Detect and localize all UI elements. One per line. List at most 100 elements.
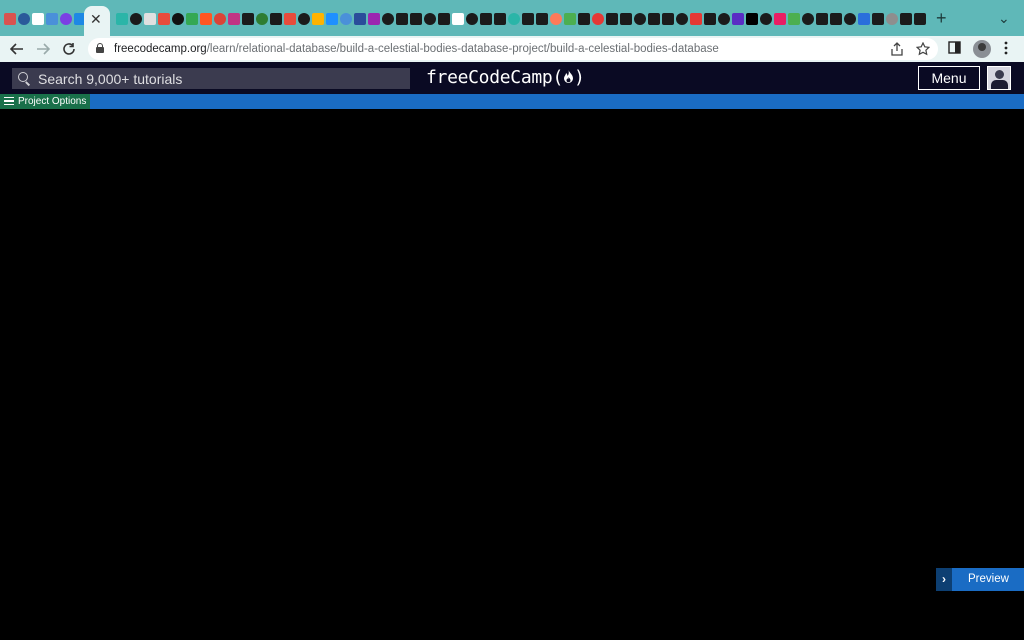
chevron-right-icon: › bbox=[936, 568, 952, 591]
tab-favicon-icon[interactable] bbox=[354, 13, 366, 25]
tab-favicon-icon[interactable] bbox=[424, 13, 436, 25]
tab-favicon-icon[interactable] bbox=[732, 13, 744, 25]
tab-favicon-icon[interactable] bbox=[116, 13, 128, 25]
tab-favicon-icon[interactable] bbox=[522, 13, 534, 25]
tab-favicon-icon[interactable] bbox=[438, 13, 450, 25]
user-avatar[interactable] bbox=[987, 66, 1011, 90]
tab-favicon-icon[interactable] bbox=[284, 13, 296, 25]
active-tab[interactable]: ✕ bbox=[84, 6, 110, 36]
tab-favicon-icon[interactable] bbox=[298, 13, 310, 25]
tab-search-chevron-icon[interactable]: ⌄ bbox=[998, 9, 1010, 27]
tab-favicon-icon[interactable] bbox=[368, 13, 380, 25]
tab-favicon-icon[interactable] bbox=[676, 13, 688, 25]
sidebar-icon[interactable] bbox=[948, 40, 961, 58]
tab-favicon-icon[interactable] bbox=[816, 13, 828, 25]
tab-favicon-icon[interactable] bbox=[60, 13, 72, 25]
tab-favicon-icon[interactable] bbox=[774, 13, 786, 25]
tab-favicon-icon[interactable] bbox=[4, 13, 16, 25]
tab-favicon-icon[interactable] bbox=[508, 13, 520, 25]
project-workspace[interactable]: › Preview bbox=[0, 109, 1024, 640]
tab-favicon-icon[interactable] bbox=[536, 13, 548, 25]
url-path: /learn/relational-database/build-a-celes… bbox=[206, 43, 719, 55]
preview-button[interactable]: › Preview bbox=[936, 568, 1024, 591]
tab-favicon-icon[interactable] bbox=[144, 13, 156, 25]
tab-favicon-icon[interactable] bbox=[886, 13, 898, 25]
tab-favicon-icon[interactable] bbox=[32, 13, 44, 25]
star-icon[interactable] bbox=[915, 41, 931, 60]
back-arrow-icon[interactable] bbox=[9, 39, 24, 62]
tab-favicon-icon[interactable] bbox=[382, 13, 394, 25]
logo-paren-open: ( bbox=[552, 67, 563, 88]
tab-favicon-icon[interactable] bbox=[228, 13, 240, 25]
logo-text: freeCodeCamp bbox=[426, 67, 553, 88]
url-text[interactable]: freecodecamp.org/learn/relational-databa… bbox=[114, 42, 719, 56]
browser-tab-strip: ✕ + ⌄ bbox=[0, 0, 1024, 36]
preview-label: Preview bbox=[968, 573, 1009, 585]
tab-favicon-icon[interactable] bbox=[172, 13, 184, 25]
tab-favicon-icon[interactable] bbox=[410, 13, 422, 25]
tab-favicon-icon[interactable] bbox=[704, 13, 716, 25]
more-vert-icon[interactable] bbox=[1004, 40, 1008, 59]
tab-favicon-icon[interactable] bbox=[480, 13, 492, 25]
tab-favicon-icon[interactable] bbox=[186, 13, 198, 25]
tab-favicon-icon[interactable] bbox=[634, 13, 646, 25]
browser-profile-avatar[interactable] bbox=[973, 40, 991, 58]
search-icon bbox=[18, 72, 28, 82]
share-icon[interactable] bbox=[891, 41, 903, 60]
tab-favicon-icon[interactable] bbox=[396, 13, 408, 25]
tab-favicon-icon[interactable] bbox=[802, 13, 814, 25]
tab-favicon-icon[interactable] bbox=[312, 13, 324, 25]
fcc-logo[interactable]: freeCodeCamp( ) bbox=[426, 66, 585, 90]
search-bar[interactable] bbox=[12, 68, 410, 89]
tab-favicon-icon[interactable] bbox=[494, 13, 506, 25]
tab-favicon-icon[interactable] bbox=[662, 13, 674, 25]
tab-favicon-icon[interactable] bbox=[718, 13, 730, 25]
tab-favicon-icon[interactable] bbox=[130, 13, 142, 25]
tab-favicon-icon[interactable] bbox=[760, 13, 772, 25]
url-host: freecodecamp.org bbox=[114, 43, 207, 55]
menu-button[interactable]: Menu bbox=[918, 66, 980, 90]
tab-favicon-icon[interactable] bbox=[592, 13, 604, 25]
tab-favicon-icon[interactable] bbox=[578, 13, 590, 25]
tab-favicon-icon[interactable] bbox=[18, 13, 30, 25]
tab-favicon-icon[interactable] bbox=[158, 13, 170, 25]
search-input[interactable] bbox=[38, 68, 398, 89]
reload-icon[interactable] bbox=[62, 39, 76, 62]
tab-favicon-icon[interactable] bbox=[270, 13, 282, 25]
tab-favicon-icon[interactable] bbox=[858, 13, 870, 25]
new-tab-icon[interactable]: + bbox=[936, 9, 947, 27]
tab-favicon-icon[interactable] bbox=[914, 13, 926, 25]
tab-favicon-icon[interactable] bbox=[648, 13, 660, 25]
close-tab-icon[interactable]: ✕ bbox=[90, 11, 102, 27]
tab-favicon-icon[interactable] bbox=[242, 13, 254, 25]
tab-favicon-icon[interactable] bbox=[256, 13, 268, 25]
tab-favicon-icon[interactable] bbox=[452, 13, 464, 25]
address-bar[interactable]: freecodecamp.org/learn/relational-databa… bbox=[88, 38, 938, 60]
tab-favicon-icon[interactable] bbox=[844, 13, 856, 25]
forward-arrow-icon[interactable] bbox=[36, 39, 51, 62]
tab-favicon-icon[interactable] bbox=[340, 13, 352, 25]
lock-icon[interactable] bbox=[96, 43, 104, 53]
tab-favicon-icon[interactable] bbox=[326, 13, 338, 25]
tab-favicon-icon[interactable] bbox=[830, 13, 842, 25]
tab-favicon-icon[interactable] bbox=[550, 13, 562, 25]
tab-favicon-icon[interactable] bbox=[606, 13, 618, 25]
tab-favicon-icon[interactable] bbox=[788, 13, 800, 25]
tab-favicon-icon[interactable] bbox=[564, 13, 576, 25]
tab-favicon-icon[interactable] bbox=[200, 13, 212, 25]
tab-favicon-icon[interactable] bbox=[690, 13, 702, 25]
tab-favicon-icon[interactable] bbox=[872, 13, 884, 25]
avatar-body-shape bbox=[991, 80, 1008, 89]
avatar-head-shape bbox=[995, 70, 1004, 79]
tab-favicon-icon[interactable] bbox=[46, 13, 58, 25]
tab-favicon-icon[interactable] bbox=[900, 13, 912, 25]
hamburger-icon bbox=[4, 97, 14, 105]
project-options-button[interactable]: Project Options bbox=[0, 94, 91, 109]
project-options-bar: Project Options bbox=[0, 94, 1024, 109]
tab-favicon-icon[interactable] bbox=[746, 13, 758, 25]
tab-favicon-icon[interactable] bbox=[466, 13, 478, 25]
tab-favicon-icon[interactable] bbox=[214, 13, 226, 25]
tab-favicon-icon[interactable] bbox=[620, 13, 632, 25]
browser-toolbar: freecodecamp.org/learn/relational-databa… bbox=[0, 36, 1024, 62]
tab-favicons[interactable] bbox=[4, 11, 928, 27]
